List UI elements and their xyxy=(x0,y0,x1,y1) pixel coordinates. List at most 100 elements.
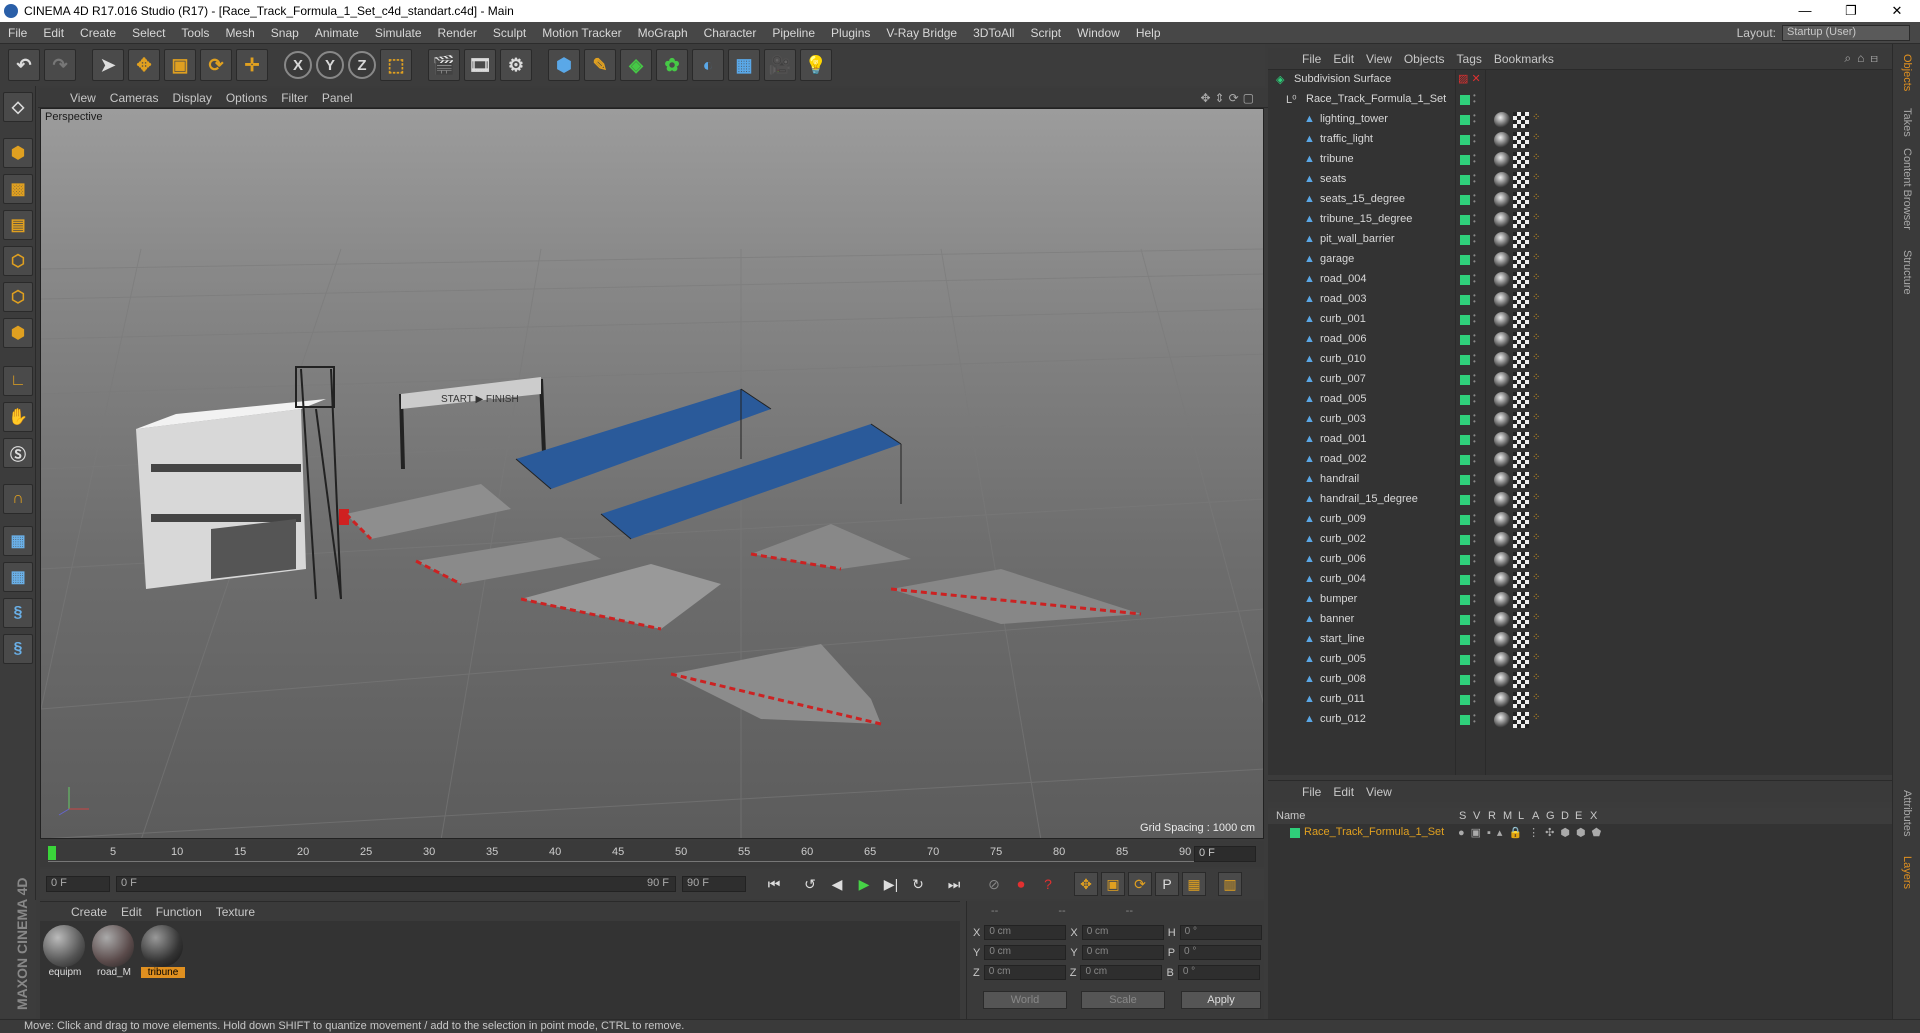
material-tag-icon[interactable] xyxy=(1494,512,1510,528)
selection-tag-icon[interactable]: ⁘ xyxy=(1532,632,1542,644)
material-tag-icon[interactable] xyxy=(1494,172,1510,188)
selection-tag-icon[interactable]: ⁘ xyxy=(1532,592,1542,604)
menu-character[interactable]: Character xyxy=(696,26,765,40)
menu-script[interactable]: Script xyxy=(1022,26,1069,40)
playhead[interactable] xyxy=(48,846,56,860)
layer-toggle-icons[interactable]: ●▣▪▴🔒⋮✣⬢⬢⬟ xyxy=(1458,826,1607,839)
object-row[interactable]: ▲ curb_004 • • ⁘ xyxy=(1268,570,1892,590)
last-tool-icon[interactable]: ✛ xyxy=(236,49,268,81)
object-name[interactable]: curb_003 xyxy=(1320,413,1366,425)
object-name[interactable]: road_004 xyxy=(1320,273,1367,285)
viewport-menu-cameras[interactable]: Cameras xyxy=(104,91,165,105)
visibility-dots[interactable]: • • xyxy=(1473,432,1477,446)
om-menu-view[interactable]: View xyxy=(1360,52,1398,66)
object-name[interactable]: banner xyxy=(1320,613,1354,625)
z-axis-lock-button[interactable]: Z xyxy=(348,51,376,79)
uvw-tag-icon[interactable] xyxy=(1513,652,1529,668)
object-name[interactable]: curb_009 xyxy=(1320,513,1366,525)
timeline-window-icon[interactable]: ▥ xyxy=(1218,872,1242,896)
material-tag-icon[interactable] xyxy=(1494,492,1510,508)
selection-tag-icon[interactable]: ⁘ xyxy=(1532,432,1542,444)
material-tag-icon[interactable] xyxy=(1494,332,1510,348)
selection-tag-icon[interactable]: ⁘ xyxy=(1532,512,1542,524)
layer-name[interactable]: Race_Track_Formula_1_Set xyxy=(1304,826,1444,838)
om-menu-edit[interactable]: Edit xyxy=(1327,52,1360,66)
material-swatch[interactable]: equipm xyxy=(43,925,87,978)
undo-icon[interactable]: ↶ xyxy=(8,49,40,81)
uvw-tag-icon[interactable] xyxy=(1513,372,1529,388)
python-2-icon[interactable]: § xyxy=(3,634,33,664)
visibility-dots[interactable]: • • xyxy=(1473,272,1477,286)
visibility-dots[interactable]: • • xyxy=(1473,632,1477,646)
object-name[interactable]: road_002 xyxy=(1320,453,1367,465)
object-row[interactable]: ▲ lighting_tower • • ⁘ xyxy=(1268,110,1892,130)
visibility-dots[interactable]: • • xyxy=(1473,672,1477,686)
object-row[interactable]: ▲ curb_010 • • ⁘ xyxy=(1268,350,1892,370)
scale-mode-dropdown[interactable]: Scale xyxy=(1081,991,1165,1009)
visibility-dots[interactable]: • • xyxy=(1473,612,1477,626)
key-parameter-icon[interactable]: P xyxy=(1155,872,1179,896)
x-axis-lock-button[interactable]: X xyxy=(284,51,312,79)
layers-menu-file[interactable]: File xyxy=(1296,785,1327,799)
object-row[interactable]: ▲ curb_005 • • ⁘ xyxy=(1268,650,1892,670)
menu-sculpt[interactable]: Sculpt xyxy=(485,26,534,40)
selection-tag-icon[interactable]: ⁘ xyxy=(1532,552,1542,564)
maximize-button[interactable]: ❐ xyxy=(1828,3,1874,19)
om-menu-objects[interactable]: Objects xyxy=(1398,52,1451,66)
menu-vray-bridge[interactable]: V-Ray Bridge xyxy=(878,26,965,40)
layers-menu-edit[interactable]: Edit xyxy=(1327,785,1360,799)
viewport-menu-display[interactable]: Display xyxy=(166,91,217,105)
tab-layers[interactable]: Layers xyxy=(1901,856,1913,889)
menu-mesh[interactable]: Mesh xyxy=(217,26,262,40)
prev-key-icon[interactable]: ↺ xyxy=(798,872,822,896)
coordinate-system-icon[interactable]: ⬚ xyxy=(380,49,412,81)
uvw-tag-icon[interactable] xyxy=(1513,292,1529,308)
texture-mode-icon[interactable]: ▩ xyxy=(3,174,33,204)
world-mode-dropdown[interactable]: World xyxy=(983,991,1067,1009)
key-rotation-icon[interactable]: ⟳ xyxy=(1128,872,1152,896)
material-tag-icon[interactable] xyxy=(1494,712,1510,728)
visibility-dots[interactable]: • • xyxy=(1473,652,1477,666)
tab-takes[interactable]: Takes xyxy=(1901,108,1913,137)
workplane-rotate-icon[interactable]: ▦ xyxy=(3,562,33,592)
selection-tag-icon[interactable]: ⁘ xyxy=(1532,292,1542,304)
selection-tag-icon[interactable]: ⁘ xyxy=(1532,572,1542,584)
rotate-tool-icon[interactable]: ⟳ xyxy=(200,49,232,81)
visibility-dots[interactable]: • • xyxy=(1473,292,1477,306)
menu-simulate[interactable]: Simulate xyxy=(367,26,430,40)
material-tag-icon[interactable] xyxy=(1494,292,1510,308)
object-row[interactable]: ▲ curb_008 • • ⁘ xyxy=(1268,670,1892,690)
object-name[interactable]: Race_Track_Formula_1_Set xyxy=(1306,93,1446,105)
visibility-dots[interactable]: • • xyxy=(1473,152,1477,166)
object-name[interactable]: curb_002 xyxy=(1320,533,1366,545)
visibility-dots[interactable]: • • xyxy=(1473,132,1477,146)
object-name[interactable]: curb_011 xyxy=(1320,693,1365,705)
menu-snap[interactable]: Snap xyxy=(263,26,307,40)
tab-structure[interactable]: Structure xyxy=(1901,250,1913,295)
timeline[interactable]: 0 5 10 15 20 25 30 35 40 45 50 55 60 65 … xyxy=(40,841,1264,867)
y-axis-lock-button[interactable]: Y xyxy=(316,51,344,79)
autokey-icon[interactable]: ? xyxy=(1036,872,1060,896)
visibility-dots[interactable]: • • xyxy=(1473,692,1477,706)
polygons-mode-icon[interactable]: ⬢ xyxy=(3,318,33,348)
object-row[interactable]: ▲ seats_15_degree • • ⁘ xyxy=(1268,190,1892,210)
object-name[interactable]: road_001 xyxy=(1320,433,1367,445)
render-settings-icon[interactable]: ⚙ xyxy=(500,49,532,81)
material-tag-icon[interactable] xyxy=(1494,352,1510,368)
uvw-tag-icon[interactable] xyxy=(1513,272,1529,288)
selection-tag-icon[interactable]: ⁘ xyxy=(1532,112,1542,124)
menu-pipeline[interactable]: Pipeline xyxy=(764,26,823,40)
cloner-icon[interactable]: ✿ xyxy=(656,49,688,81)
root-status-icons[interactable]: ▨ ✕ xyxy=(1458,72,1481,85)
layer-color-swatch[interactable] xyxy=(1290,828,1300,838)
object-row[interactable]: ▲ curb_011 • • ⁘ xyxy=(1268,690,1892,710)
uvw-tag-icon[interactable] xyxy=(1513,712,1529,728)
object-name[interactable]: curb_010 xyxy=(1320,353,1366,365)
cube-primitive-icon[interactable]: ⬢ xyxy=(548,49,580,81)
goto-end-icon[interactable]: ⏭ xyxy=(942,872,966,896)
material-menu-edit[interactable]: Edit xyxy=(114,905,149,919)
uvw-tag-icon[interactable] xyxy=(1513,532,1529,548)
object-name[interactable]: curb_005 xyxy=(1320,653,1366,665)
menu-file[interactable]: File xyxy=(0,26,35,40)
position-z-field[interactable]: 0 cm xyxy=(983,965,1066,980)
